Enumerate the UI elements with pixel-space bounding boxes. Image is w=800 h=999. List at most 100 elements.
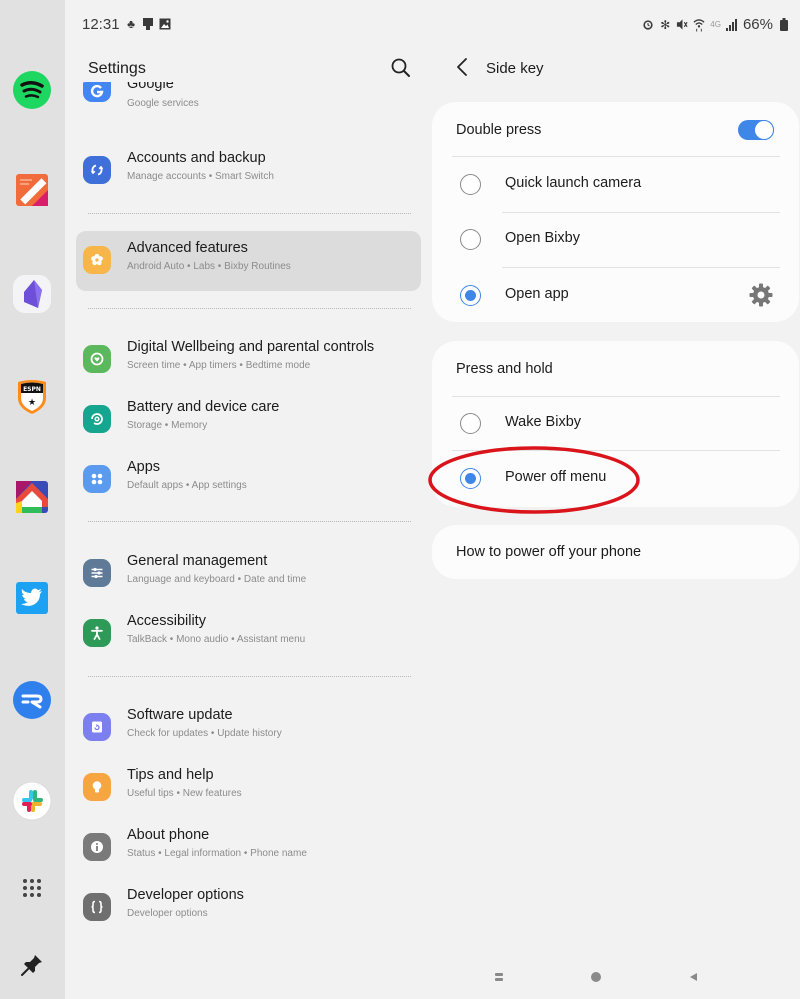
section-divider (88, 213, 411, 214)
settings-item-battery-device-care[interactable]: Battery and device care Storage • Memory (76, 390, 421, 450)
section-divider (88, 676, 411, 677)
dock-app-notes[interactable] (12, 170, 52, 210)
radio-button[interactable] (460, 413, 481, 434)
apps-icon (83, 465, 111, 493)
dock-app-spotify[interactable] (12, 70, 52, 110)
dock-app-slack[interactable] (12, 781, 52, 821)
signal-icon (725, 18, 738, 31)
option-open-bixby[interactable]: Open Bixby (432, 212, 799, 267)
navigation-bar (432, 955, 800, 999)
settings-item-subtitle: Screen time • App timers • Bedtime mode (127, 360, 311, 371)
google-icon (83, 82, 111, 102)
back-chevron-icon (457, 58, 467, 76)
settings-item-subtitle: Manage accounts • Smart Switch (127, 171, 274, 182)
dock-app-twitter[interactable] (12, 578, 52, 618)
spotify-icon (13, 71, 51, 109)
sync-icon (83, 156, 111, 184)
recents-button[interactable] (488, 967, 510, 987)
dock-all-apps-button[interactable] (12, 868, 52, 908)
settings-item-subtitle: Developer options (127, 908, 208, 919)
option-label: Open Bixby (505, 230, 580, 246)
press-and-hold-card: Press and hold Wake Bixby Power off menu (432, 341, 799, 507)
settings-item-advanced-features[interactable]: Advanced features Android Auto • Labs • … (76, 231, 421, 291)
settings-item-about-phone[interactable]: About phone Status • Legal information •… (76, 818, 421, 878)
option-quick-launch-camera[interactable]: Quick launch camera (432, 157, 799, 212)
home-icon (591, 972, 601, 982)
recents-icon (495, 973, 503, 981)
radio-button[interactable] (460, 174, 481, 195)
wellbeing-icon (83, 345, 111, 373)
wifi-icon (693, 18, 705, 31)
battery-icon (778, 18, 790, 31)
option-power-off-menu[interactable]: Power off menu (432, 451, 799, 506)
settings-item-subtitle: Status • Legal information • Phone name (127, 848, 307, 859)
notification-image-icon (159, 17, 171, 30)
settings-item-accessibility[interactable]: Accessibility TalkBack • Mono audio • As… (76, 604, 421, 664)
settings-item-subtitle: TalkBack • Mono audio • Assistant menu (127, 634, 306, 645)
option-label: Open app (505, 286, 569, 302)
svg-text:ESPN: ESPN (23, 386, 41, 393)
settings-item-title: General management (127, 553, 268, 569)
dock-pin-button[interactable] (12, 945, 52, 985)
obsidian-icon (13, 275, 51, 313)
option-label: Quick launch camera (505, 175, 642, 191)
info-icon (83, 833, 111, 861)
settings-title: Settings (88, 60, 146, 77)
settings-item-title: About phone (127, 827, 210, 843)
settings-item-software-update[interactable]: Software update Check for updates • Upda… (76, 698, 421, 758)
open-app-settings-button[interactable] (748, 282, 774, 308)
notification-icons: ♣ (125, 16, 171, 31)
settings-item-subtitle: Google services (127, 98, 199, 109)
back-nav-button[interactable] (682, 967, 704, 987)
double-press-toggle[interactable] (738, 120, 774, 140)
home-button[interactable] (585, 967, 607, 987)
settings-item-accounts-backup[interactable]: Accounts and backup Manage accounts • Sm… (76, 141, 421, 201)
bluetooth-icon: ✻ (660, 17, 671, 32)
notification-app-icon: ♣ (127, 16, 135, 31)
settings-item-subtitle: Android Auto • Labs • Bixby Routines (127, 261, 291, 272)
search-button[interactable] (390, 57, 412, 79)
help-link-card[interactable]: How to power off your phone (432, 525, 799, 579)
settings-item-title: Accessibility (127, 613, 206, 629)
radio-button-selected[interactable] (460, 468, 481, 489)
settings-item-title: Google (127, 82, 174, 92)
radio-button[interactable] (460, 229, 481, 250)
settings-item-title: Apps (127, 459, 161, 475)
double-press-label: Double press (456, 122, 542, 138)
settings-item-google[interactable]: Google Google services (76, 82, 421, 127)
settings-item-developer-options[interactable]: Developer options Developer options (76, 878, 421, 938)
home-launcher-icon (16, 481, 48, 513)
help-link[interactable]: How to power off your phone (456, 544, 641, 560)
status-time: 12:31 (82, 16, 120, 33)
settings-item-general-management[interactable]: General management Language and keyboard… (76, 544, 421, 604)
settings-item-apps[interactable]: Apps Default apps • App settings (76, 450, 421, 510)
lightbulb-icon (83, 773, 111, 801)
settings-item-digital-wellbeing[interactable]: Digital Wellbeing and parental controls … (76, 330, 421, 390)
settings-item-title: Battery and device care (127, 399, 280, 415)
settings-item-subtitle: Default apps • App settings (127, 480, 247, 491)
screen: ESPN ★ 12:31 ♣ ✻ 4G 66% Settings Google … (0, 0, 800, 999)
dock-app-obsidian[interactable] (12, 274, 52, 314)
dock-app-home[interactable] (12, 477, 52, 517)
option-label: Wake Bixby (505, 414, 582, 430)
software-update-icon (83, 713, 111, 741)
settings-item-title: Tips and help (127, 767, 214, 783)
settings-item-subtitle: Check for updates • Update history (127, 728, 282, 739)
status-bar: 12:31 ♣ ✻ 4G 66% (65, 0, 800, 50)
twitter-icon (16, 582, 48, 614)
back-button[interactable] (452, 56, 474, 78)
settings-item-title: Developer options (127, 887, 244, 903)
option-open-app[interactable]: Open app (432, 268, 799, 323)
dock-app-relay[interactable] (12, 680, 52, 720)
option-wake-bixby[interactable]: Wake Bixby (432, 396, 799, 451)
gear-icon (749, 283, 773, 307)
dock-app-espn[interactable]: ESPN ★ (12, 376, 52, 416)
settings-item-subtitle: Storage • Memory (127, 420, 208, 431)
radio-button-selected[interactable] (460, 285, 481, 306)
settings-item-tips-help[interactable]: Tips and help Useful tips • New features (76, 758, 421, 818)
back-icon (690, 973, 697, 981)
settings-item-subtitle: Useful tips • New features (127, 788, 242, 799)
page-title: Side key (486, 60, 544, 77)
alarm-icon (642, 18, 654, 31)
press-and-hold-label: Press and hold (456, 361, 553, 377)
